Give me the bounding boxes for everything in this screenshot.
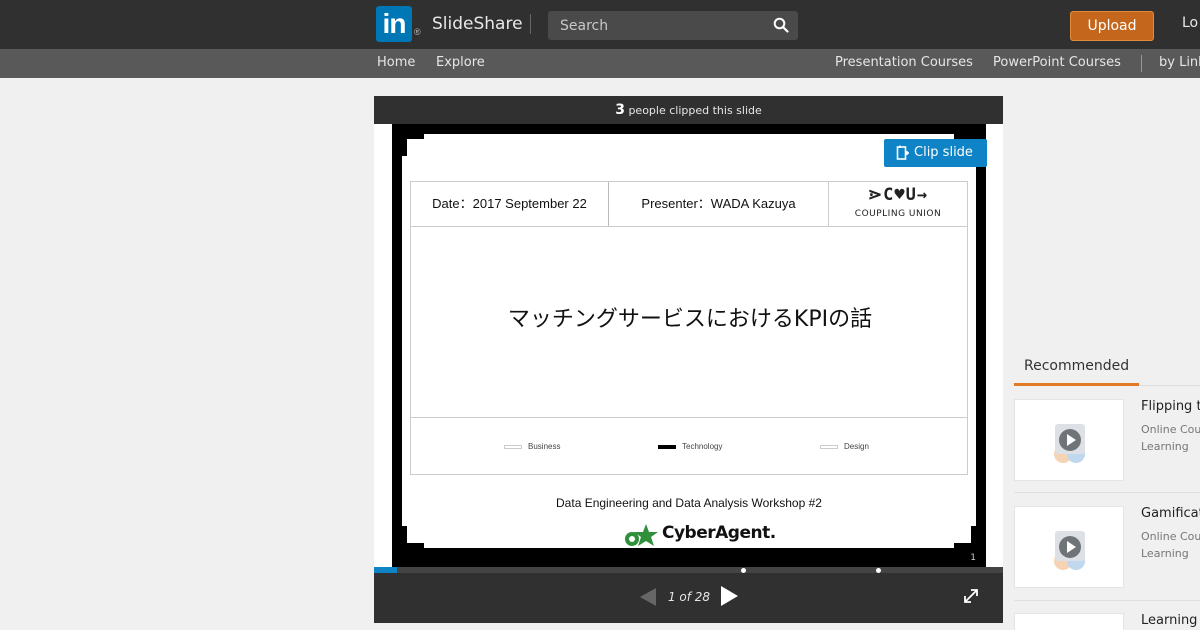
- nav-by-linkedin[interactable]: by Link: [1159, 55, 1200, 70]
- corner-decoration: [402, 134, 424, 156]
- slide-content: Date：2017 September 22 Presenter：WADA Ka…: [402, 134, 976, 548]
- recommended-item[interactable]: Learning: [1014, 613, 1200, 630]
- recommended-title[interactable]: Learning: [1141, 613, 1197, 628]
- linkedin-logo[interactable]: in: [376, 6, 412, 42]
- recommended-tab-label: Recommended: [1024, 358, 1130, 374]
- legend-swatch: [504, 444, 522, 449]
- clip-slide-label: Clip slide: [914, 145, 973, 160]
- search-icon[interactable]: [773, 17, 789, 33]
- page-indicator: 1 of 28: [667, 590, 711, 604]
- upload-button[interactable]: Upload: [1070, 11, 1154, 41]
- legend-label: Technology: [682, 442, 723, 451]
- search-box[interactable]: [548, 11, 798, 40]
- legend-item: Technology: [658, 442, 722, 451]
- corner-decoration: [954, 526, 976, 548]
- clip-slide-button[interactable]: Clip slide: [884, 139, 987, 167]
- sub-navigation: Home Explore Presentation Courses PowerP…: [0, 49, 1200, 78]
- slide-title: マッチングサービスにおけるKPIの話: [507, 307, 873, 332]
- nav-presentation-courses[interactable]: Presentation Courses: [835, 55, 973, 70]
- slide-player: 3 people clipped this slide Date：2017 Se…: [374, 96, 1003, 623]
- cyberagent-logo-text: CyberAgent.: [662, 523, 776, 543]
- recommended-item[interactable]: Gamificat Online Cou Learning: [1014, 506, 1200, 600]
- slide-frame[interactable]: Date：2017 September 22 Presenter：WADA Ka…: [392, 124, 986, 567]
- recommended-title[interactable]: Gamificat: [1141, 506, 1200, 521]
- coupling-union-logo-mark: ⋗C♥U→: [867, 185, 929, 205]
- fullscreen-icon[interactable]: [962, 587, 980, 605]
- slide-presenter: Presenter：WADA Kazuya: [609, 182, 829, 226]
- recommended-tab-line: [1139, 385, 1200, 386]
- coupling-union-logo: ⋗C♥U→ COUPLING UNION: [829, 182, 967, 226]
- legend-swatch: [658, 444, 676, 449]
- nav-explore[interactable]: Explore: [436, 55, 485, 70]
- recommended-tab[interactable]: Recommended: [1014, 352, 1139, 386]
- login-link[interactable]: Lo: [1182, 15, 1198, 31]
- corner-decoration: [402, 526, 424, 548]
- legend-label: Design: [844, 442, 869, 451]
- workshop-title: Data Engineering and Data Analysis Works…: [556, 496, 822, 510]
- recommended-thumbnail[interactable]: [1014, 613, 1124, 630]
- clip-count-bar: 3 people clipped this slide: [374, 96, 1003, 124]
- nav-separator: [1141, 55, 1142, 72]
- slide-body: マッチングサービスにおけるKPIの話: [410, 227, 968, 417]
- coupling-union-logo-text: COUPLING UNION: [854, 209, 942, 219]
- registered-mark: ®: [414, 27, 421, 37]
- next-slide-icon[interactable]: [718, 585, 740, 607]
- clip-icon: [896, 145, 909, 160]
- slide-number: 1: [970, 553, 976, 563]
- recommended-item[interactable]: Flipping t Online Cou Learning: [1014, 399, 1200, 493]
- slide-legend: Business Technology Design: [410, 417, 968, 475]
- play-video-icon: [1054, 424, 1085, 463]
- top-header: in ® SlideShare Upload Lo: [0, 0, 1200, 49]
- clip-count-text: people clipped this slide: [628, 104, 762, 117]
- recommended-separator: [1014, 492, 1200, 493]
- cyberagent-star-icon: [625, 524, 658, 546]
- recommended-separator: [1014, 600, 1200, 601]
- brand-name[interactable]: SlideShare: [432, 14, 523, 34]
- slide-date: Date：2017 September 22: [411, 182, 609, 226]
- header-divider: [530, 14, 531, 34]
- nav-home[interactable]: Home: [377, 55, 415, 70]
- legend-label: Business: [528, 442, 561, 451]
- legend-swatch: [820, 444, 838, 449]
- slide-header-table: Date：2017 September 22 Presenter：WADA Ka…: [410, 181, 968, 227]
- play-video-icon: [1054, 531, 1085, 570]
- recommended-subtitle: Online Cou Learning: [1141, 423, 1200, 453]
- nav-powerpoint-courses[interactable]: PowerPoint Courses: [993, 55, 1121, 70]
- recommended-title[interactable]: Flipping t: [1141, 399, 1200, 414]
- recommended-thumbnail[interactable]: [1014, 506, 1124, 588]
- player-controls: 1 of 28: [374, 573, 1003, 623]
- legend-item: Design: [820, 442, 869, 451]
- recommended-subtitle: Online Cou Learning: [1141, 530, 1200, 560]
- search-input[interactable]: [560, 11, 760, 40]
- recommended-thumbnail[interactable]: [1014, 399, 1124, 481]
- previous-slide-icon[interactable]: [638, 587, 658, 607]
- legend-item: Business: [504, 442, 560, 451]
- clip-count: 3: [615, 102, 625, 118]
